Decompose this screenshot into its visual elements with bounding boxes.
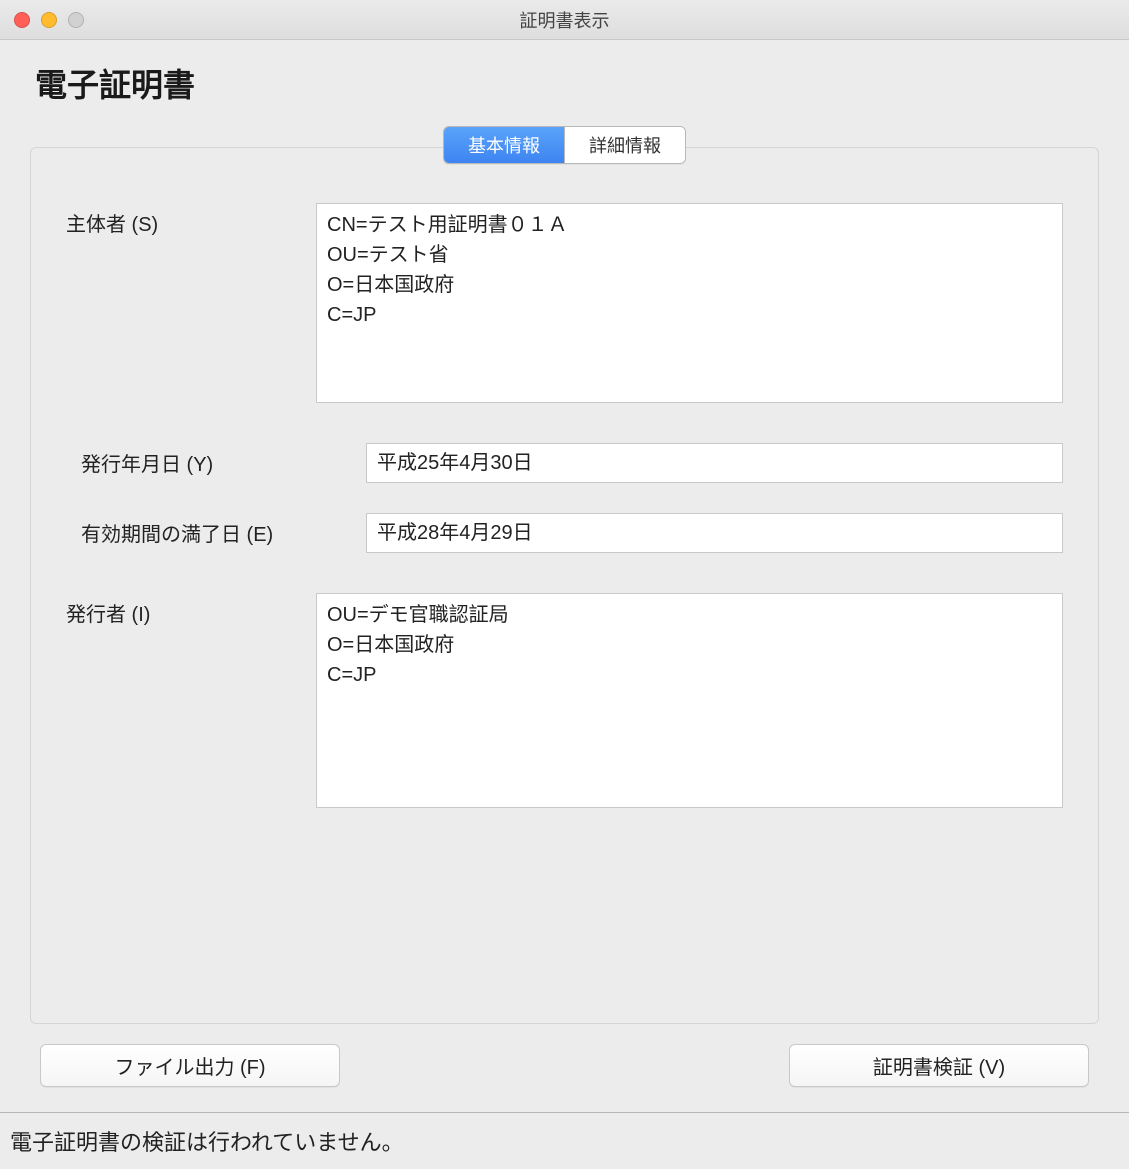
close-icon[interactable] — [14, 12, 30, 28]
tab-detail-info[interactable]: 詳細情報 — [564, 127, 685, 163]
maximize-icon — [68, 12, 84, 28]
basic-info-panel: 主体者 (S) CN=テスト用証明書０１Ａ OU=テスト省 O=日本国政府 C=… — [30, 147, 1099, 1024]
issuer-label: 発行者 (I) — [66, 593, 316, 627]
issuer-row: 発行者 (I) OU=デモ官職認証局 O=日本国政府 C=JP — [66, 593, 1063, 808]
issue-date-row: 発行年月日 (Y) 平成25年4月30日 — [66, 443, 1063, 483]
minimize-icon[interactable] — [41, 12, 57, 28]
tab-segment: 基本情報 詳細情報 — [443, 126, 686, 164]
certificate-window: 証明書表示 電子証明書 基本情報 詳細情報 主体者 (S) CN=テスト用証明書… — [0, 0, 1129, 1169]
content-area: 電子証明書 基本情報 詳細情報 主体者 (S) CN=テスト用証明書０１Ａ OU… — [0, 40, 1129, 1112]
tab-bar: 基本情報 詳細情報 — [30, 126, 1099, 164]
subject-value[interactable]: CN=テスト用証明書０１Ａ OU=テスト省 O=日本国政府 C=JP — [316, 203, 1063, 403]
tab-basic-info[interactable]: 基本情報 — [444, 127, 564, 163]
issuer-value[interactable]: OU=デモ官職認証局 O=日本国政府 C=JP — [316, 593, 1063, 808]
window-title: 証明書表示 — [520, 7, 610, 33]
tab-panel: 基本情報 詳細情報 主体者 (S) CN=テスト用証明書０１Ａ OU=テスト省 … — [30, 126, 1099, 1024]
status-bar: 電子証明書の検証は行われていません。 — [0, 1112, 1129, 1169]
file-export-button[interactable]: ファイル出力 (F) — [40, 1044, 340, 1087]
page-title: 電子証明書 — [35, 60, 1099, 106]
button-row: ファイル出力 (F) 証明書検証 (V) — [30, 1044, 1099, 1087]
issue-date-value[interactable]: 平成25年4月30日 — [366, 443, 1063, 483]
expiry-date-row: 有効期間の満了日 (E) 平成28年4月29日 — [66, 513, 1063, 553]
subject-label: 主体者 (S) — [66, 203, 316, 237]
titlebar: 証明書表示 — [0, 0, 1129, 40]
traffic-lights — [14, 12, 84, 28]
expiry-date-label: 有効期間の満了日 (E) — [66, 513, 366, 547]
expiry-date-value[interactable]: 平成28年4月29日 — [366, 513, 1063, 553]
subject-row: 主体者 (S) CN=テスト用証明書０１Ａ OU=テスト省 O=日本国政府 C=… — [66, 203, 1063, 403]
verify-button[interactable]: 証明書検証 (V) — [789, 1044, 1089, 1087]
issue-date-label: 発行年月日 (Y) — [66, 443, 366, 477]
